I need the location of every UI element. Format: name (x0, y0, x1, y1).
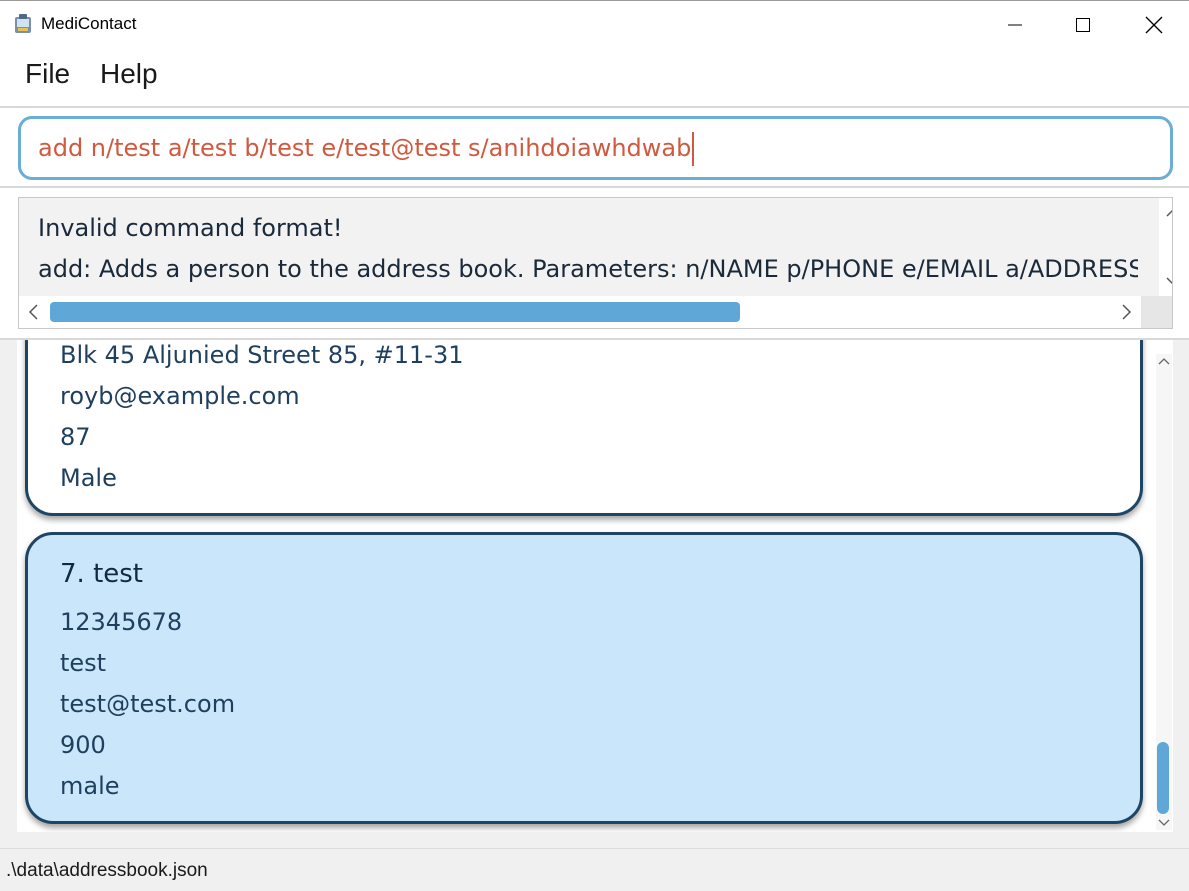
minimize-button[interactable] (980, 0, 1050, 50)
result-line-1: Invalid command format! (38, 214, 343, 242)
chevron-up-icon[interactable] (1165, 206, 1173, 218)
result-horizontal-scroll-thumb[interactable] (50, 302, 740, 322)
minimize-icon (1008, 24, 1022, 26)
maximize-icon (1076, 18, 1090, 32)
command-text: add n/test a/test b/test e/test@test s/a… (38, 134, 692, 162)
close-button[interactable] (1119, 0, 1189, 50)
chevron-down-icon[interactable] (1165, 276, 1173, 288)
person-age: 87 (60, 423, 91, 451)
maximize-button[interactable] (1048, 0, 1118, 50)
person-card[interactable]: Blk 45 Aljunied Street 85, #11-31 royb@e… (25, 340, 1143, 516)
person-sex: Male (60, 464, 117, 492)
chevron-right-icon[interactable] (1121, 303, 1133, 321)
person-card-selected[interactable]: 7. test 12345678 test test@test.com 900 … (25, 532, 1143, 824)
person-list[interactable]: Blk 45 Aljunied Street 85, #11-31 royb@e… (17, 340, 1173, 832)
menu-help[interactable]: Help (100, 58, 158, 90)
result-line-2: add: Adds a person to the address book. … (38, 255, 1138, 283)
list-chevron-down-icon[interactable] (1157, 818, 1171, 828)
chevron-left-icon[interactable] (27, 303, 39, 321)
scrollbar-corner (1141, 296, 1172, 328)
person-email: royb@example.com (60, 382, 300, 410)
text-caret (692, 132, 695, 166)
menu-bar (0, 50, 1189, 106)
list-scroll-thumb[interactable] (1157, 742, 1169, 814)
person-phone: 12345678 (60, 608, 183, 636)
person-address: Blk 45 Aljunied Street 85, #11-31 (60, 341, 464, 369)
result-display: Invalid command format! add: Adds a pers… (18, 197, 1173, 329)
app-icon (15, 14, 31, 33)
command-input[interactable]: add n/test a/test b/test e/test@test s/a… (18, 116, 1173, 180)
person-age: 900 (60, 731, 106, 759)
person-email: test@test.com (60, 690, 236, 718)
window-title: MediContact (41, 14, 137, 33)
status-file-path: .\data\addressbook.json (6, 860, 208, 881)
person-sex: male (60, 772, 120, 800)
close-icon (1145, 16, 1163, 34)
person-address: test (60, 649, 107, 677)
person-name: 7. test (60, 559, 144, 589)
list-chevron-up-icon[interactable] (1157, 356, 1171, 366)
menu-file[interactable]: File (25, 58, 70, 90)
result-vertical-scrollbar[interactable] (1159, 198, 1173, 298)
